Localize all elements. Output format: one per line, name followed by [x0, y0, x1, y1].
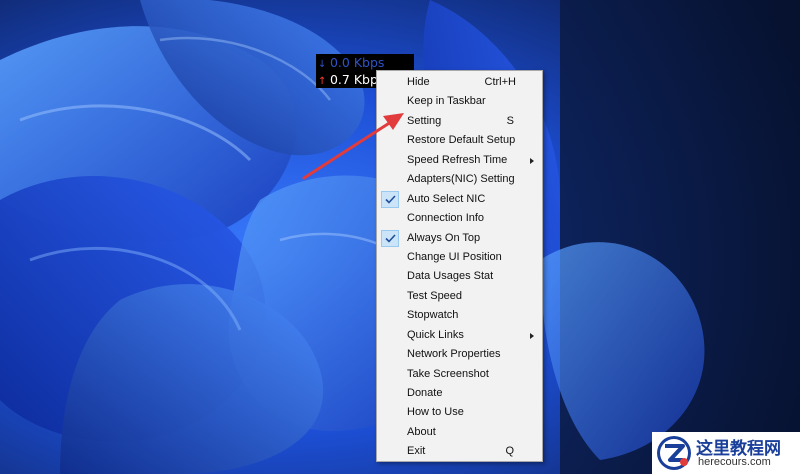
menu-item-speed-refresh-time[interactable]: Speed Refresh Time: [377, 151, 542, 170]
menu-item-network-properties[interactable]: Network Properties: [377, 345, 542, 364]
watermark: 这里教程网 herecours.com: [652, 432, 800, 474]
submenu-arrow-icon: [530, 157, 534, 164]
menu-item-label: About: [407, 425, 436, 438]
menu-item-label: Take Screenshot: [407, 367, 489, 380]
menu-item-label: Network Properties: [407, 348, 501, 361]
menu-item-take-screenshot[interactable]: Take Screenshot: [377, 365, 542, 384]
menu-item-change-ui-position[interactable]: Change UI Position: [377, 248, 542, 267]
arrow-down-icon: ↓: [318, 59, 327, 70]
menu-item-shortcut: S: [506, 114, 514, 127]
menu-item-data-usages-stat[interactable]: Data Usages Stat: [377, 267, 542, 286]
menu-item-label: Hide: [407, 76, 430, 88]
menu-item-test-speed[interactable]: Test Speed: [377, 287, 542, 306]
menu-item-always-on-top[interactable]: Always On Top: [377, 229, 542, 248]
menu-item-label: Quick Links: [407, 328, 464, 341]
submenu-arrow-icon: [530, 332, 534, 339]
menu-item-connection-info[interactable]: Connection Info: [377, 209, 542, 228]
context-menu: Hide Ctrl+H Keep in Taskbar Setting S Re…: [376, 70, 543, 462]
menu-item-label: Stopwatch: [407, 309, 459, 322]
menu-item-auto-select-nic[interactable]: Auto Select NIC: [377, 190, 542, 209]
menu-item-label: Speed Refresh Time: [407, 153, 508, 166]
menu-item-quick-links[interactable]: Quick Links: [377, 326, 542, 345]
menu-item-adapters-nic-setting[interactable]: Adapters(NIC) Setting: [377, 170, 542, 189]
watermark-subtitle: herecours.com: [698, 456, 771, 468]
menu-item-label: Restore Default Setup: [407, 134, 516, 147]
menu-item-restore-default-setup[interactable]: Restore Default Setup: [377, 131, 542, 150]
menu-item-setting[interactable]: Setting S: [377, 112, 542, 131]
menu-item-shortcut: Ctrl+H: [484, 76, 516, 88]
menu-item-label: Setting: [407, 114, 442, 127]
menu-item-label: Adapters(NIC) Setting: [407, 173, 515, 186]
menu-item-exit[interactable]: Exit Q: [377, 442, 542, 461]
menu-item-label: Auto Select NIC: [407, 192, 486, 205]
checkmark-icon: [381, 229, 399, 247]
download-speed-value: 0.0 Kbps: [329, 55, 385, 70]
menu-item-donate[interactable]: Donate: [377, 384, 542, 403]
menu-item-stopwatch[interactable]: Stopwatch: [377, 306, 542, 325]
download-speed-row: ↓ 0.0 Kbps: [316, 54, 414, 71]
menu-item-shortcut: Q: [505, 445, 514, 458]
menu-item-label: Donate: [407, 387, 443, 399]
menu-item-label: Always On Top: [407, 231, 481, 244]
menu-item-keep-in-taskbar[interactable]: Keep in Taskbar: [377, 92, 542, 111]
menu-item-label: Change UI Position: [407, 250, 502, 263]
checkmark-icon: [381, 190, 399, 208]
menu-item-how-to-use[interactable]: How to Use: [377, 403, 542, 422]
menu-item-label: Exit: [407, 445, 426, 458]
menu-item-hide[interactable]: Hide Ctrl+H: [377, 73, 542, 92]
menu-item-label: Data Usages Stat: [407, 270, 494, 283]
menu-item-label: Connection Info: [407, 212, 485, 225]
menu-item-label: Test Speed: [407, 289, 463, 302]
menu-item-label: How to Use: [407, 406, 464, 419]
menu-item-label: Keep in Taskbar: [407, 95, 486, 108]
arrow-up-icon: ↑: [318, 76, 327, 87]
watermark-logo-icon: [657, 436, 691, 470]
menu-item-about[interactable]: About: [377, 423, 542, 442]
